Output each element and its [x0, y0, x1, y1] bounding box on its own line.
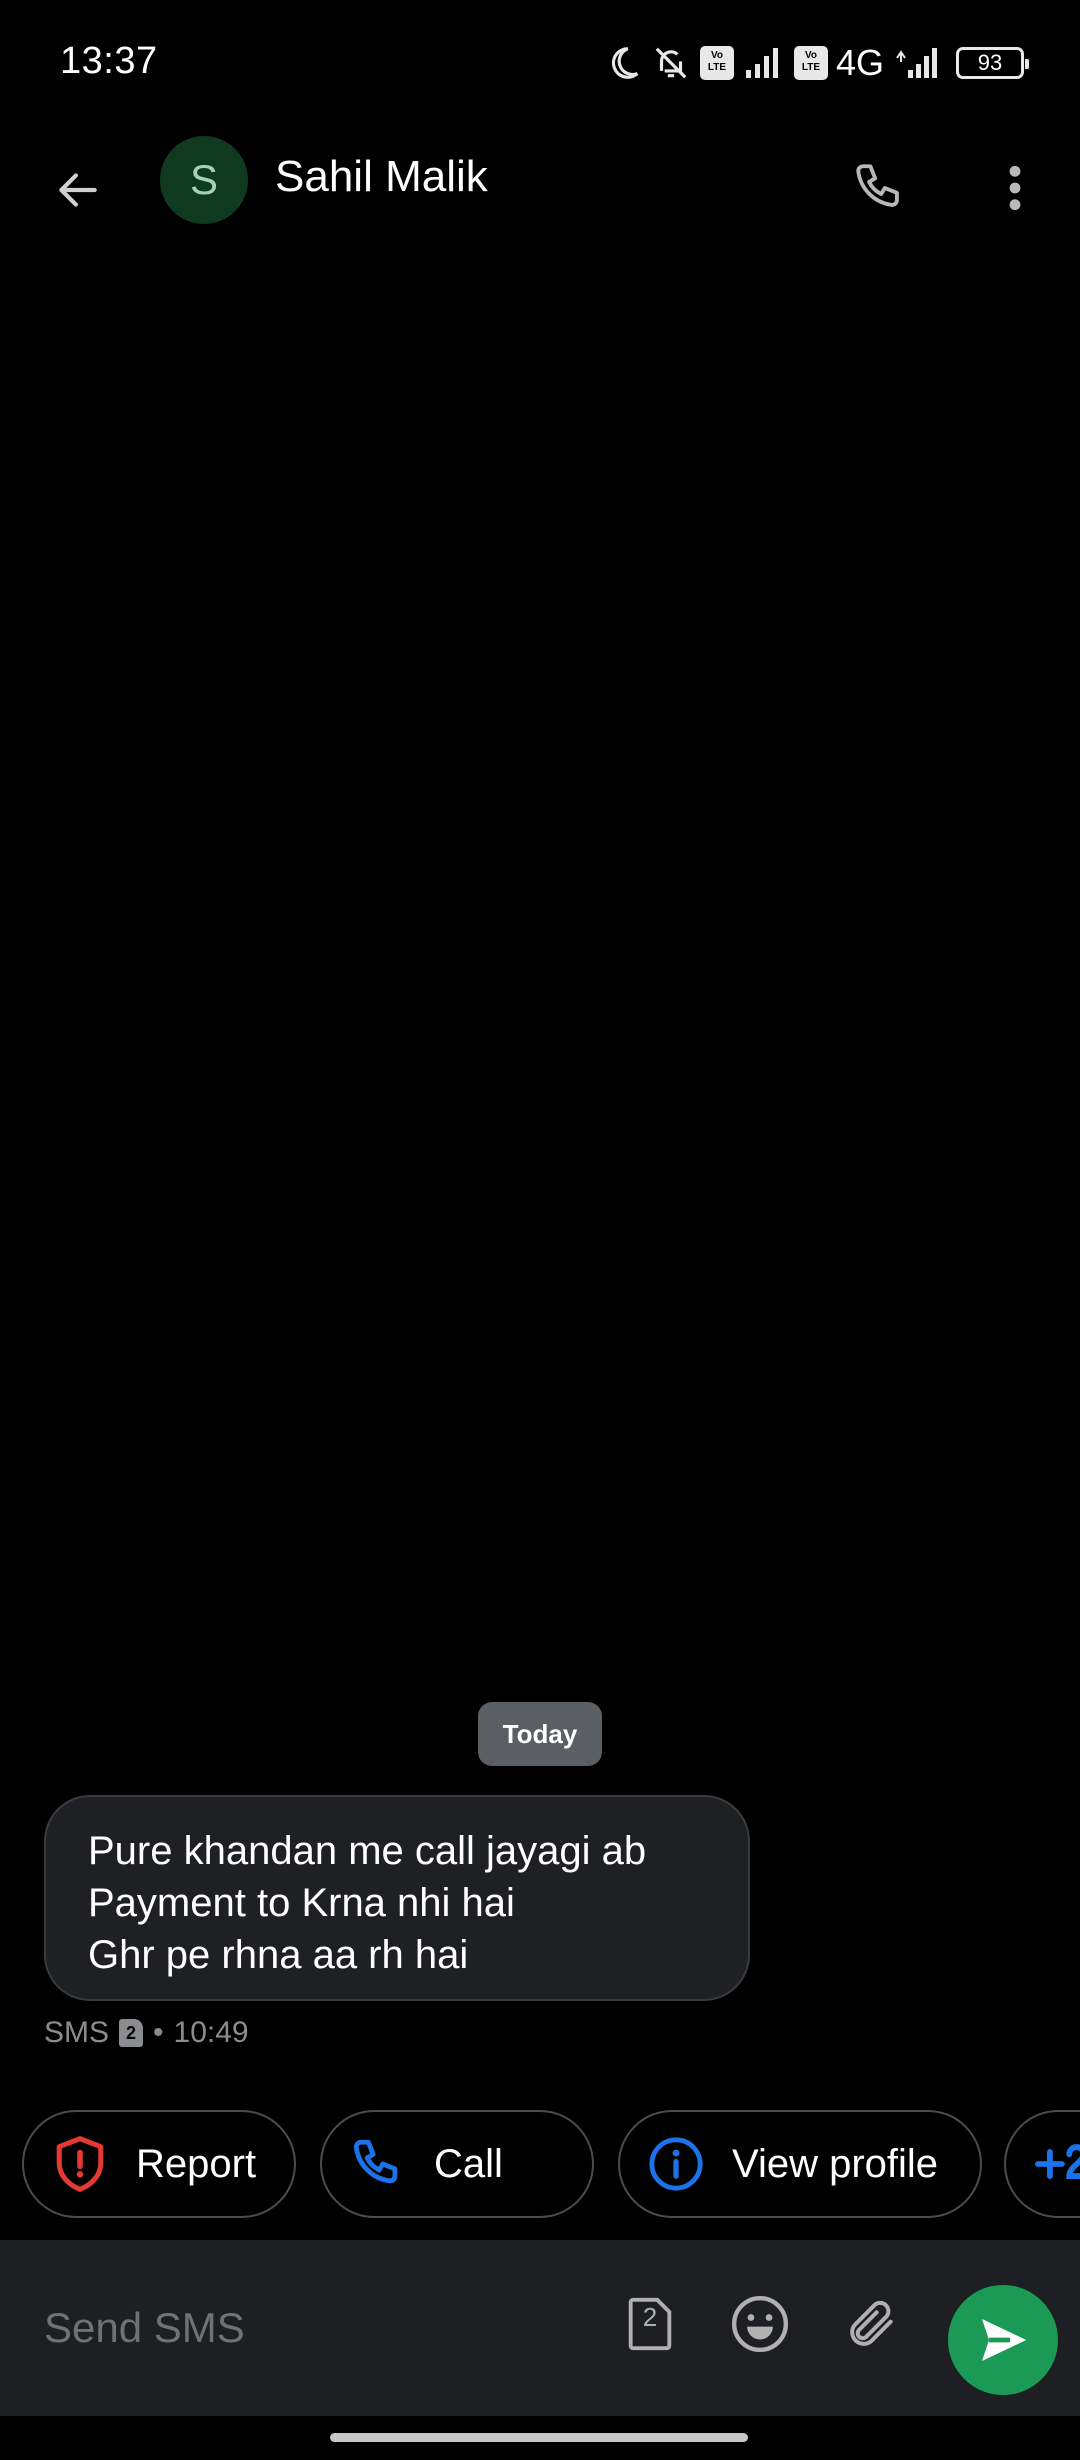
report-chip-label: Report: [136, 2141, 257, 2186]
send-icon: [982, 2319, 1027, 2361]
add-contact-icon: [1032, 2134, 1080, 2194]
sim-number: 2: [642, 2302, 658, 2332]
call-chip[interactable]: Call: [320, 2110, 594, 2218]
back-button[interactable]: [38, 150, 118, 230]
silent-bell-icon: [655, 47, 687, 79]
message-meta: SMS 2 • 10:49: [44, 2013, 249, 2053]
phone-icon: [348, 2134, 408, 2194]
attach-button[interactable]: [832, 2284, 912, 2364]
message-type-label: SMS: [44, 2016, 110, 2049]
incoming-message-bubble[interactable]: Pure khandan me call jayagi ab Payment t…: [44, 1795, 750, 2001]
signal-strength-icon-2: [896, 48, 937, 78]
send-button[interactable]: [948, 2285, 1058, 2395]
suggestion-chips: Report Call View profile: [22, 2110, 1080, 2220]
signal-strength-icon: [745, 48, 778, 78]
paperclip-icon: [850, 2300, 893, 2346]
add-contact-chip[interactable]: [1004, 2110, 1080, 2218]
status-time: 13:37: [60, 40, 158, 82]
battery-icon: 93: [956, 47, 1029, 79]
status-bar: 13:37 Vo LTE Vo LTE 4G 93: [0, 0, 1080, 128]
do-not-disturb-moon-icon: [611, 47, 639, 79]
view-profile-chip[interactable]: View profile: [618, 2110, 982, 2218]
message-line: Ghr pe rhna aa rh hai: [88, 1933, 469, 1977]
message-line: Pure khandan me call jayagi ab: [88, 1829, 647, 1873]
network-type-label: 4G: [835, 42, 884, 83]
shield-alert-icon: [50, 2134, 110, 2194]
home-indicator[interactable]: [330, 2433, 748, 2442]
date-divider-chip: Today: [478, 1702, 602, 1766]
emoji-button[interactable]: [720, 2284, 800, 2364]
battery-level: 93: [977, 50, 1003, 75]
report-chip[interactable]: Report: [22, 2110, 296, 2218]
sim-select-button[interactable]: 2: [610, 2284, 690, 2364]
phone-icon: [856, 164, 899, 207]
status-icons: Vo LTE Vo LTE 4G 93: [604, 40, 1029, 86]
message-time: 10:49: [173, 2016, 249, 2049]
contact-name[interactable]: Sahil Malik: [275, 152, 488, 202]
meta-separator: •: [153, 2016, 164, 2049]
view-profile-chip-label: View profile: [732, 2141, 939, 2186]
arrow-left-icon: [59, 173, 97, 207]
contact-avatar[interactable]: S: [160, 136, 248, 224]
sms-input[interactable]: [44, 2290, 584, 2366]
info-icon: [646, 2134, 706, 2194]
volte-icon-2: Vo LTE: [793, 46, 828, 80]
call-chip-label: Call: [434, 2141, 503, 2186]
message-line: Payment to Krna nhi hai: [88, 1881, 515, 1925]
message-composer: 2: [0, 2240, 1080, 2416]
header-call-button[interactable]: [840, 148, 920, 228]
emoji-icon: [731, 2295, 789, 2353]
messaging-screen: 13:37 Vo LTE Vo LTE 4G 93 S Sahil Malik To…: [0, 0, 1080, 2460]
sim-card-icon: 2: [119, 2019, 144, 2047]
conversation-header: S Sahil Malik: [0, 128, 1080, 238]
more-options-button[interactable]: [975, 148, 1055, 228]
volte-icon: Vo LTE: [699, 46, 734, 80]
more-vertical-icon: [1009, 165, 1021, 211]
